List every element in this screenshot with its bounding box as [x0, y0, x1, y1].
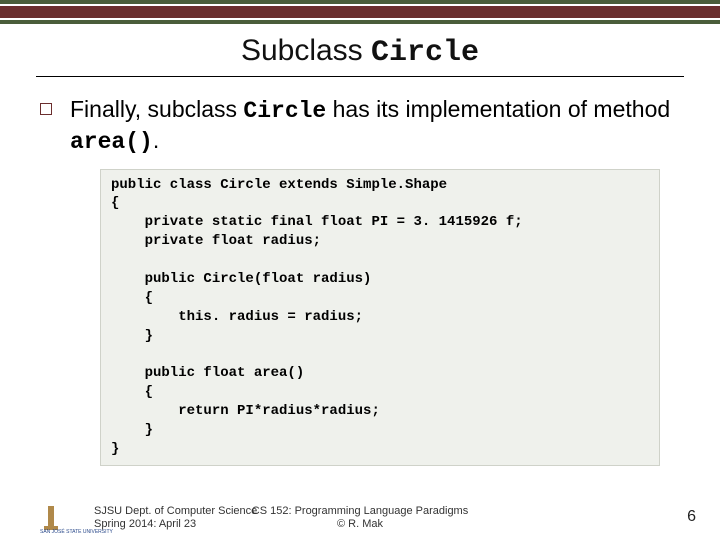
- slide-body: Finally, subclass Circle has its impleme…: [40, 95, 680, 466]
- bullet-part3: .: [153, 127, 159, 153]
- footer-center: CS 152: Programming Language Paradigms ©…: [0, 505, 720, 533]
- slide-title-plain: Subclass: [241, 34, 371, 67]
- bullet-mono2: area(): [70, 129, 153, 155]
- top-accent-bars: [0, 0, 720, 24]
- slide-title-wrap: Subclass Circle: [0, 34, 720, 70]
- footer-center-line1: CS 152: Programming Language Paradigms: [0, 505, 720, 519]
- bullet-text: Finally, subclass Circle has its impleme…: [70, 95, 680, 157]
- bullet-icon: [40, 103, 52, 115]
- page-number: 6: [687, 508, 696, 526]
- title-underline: [36, 76, 684, 77]
- accent-bar-green-2: [0, 20, 720, 24]
- slide-title: Subclass Circle: [241, 34, 479, 67]
- slide-title-mono: Circle: [371, 36, 479, 70]
- footer-center-line2: © R. Mak: [0, 518, 720, 532]
- bullet-mono1: Circle: [243, 98, 326, 124]
- bullet-row: Finally, subclass Circle has its impleme…: [40, 95, 680, 157]
- accent-bar-maroon: [0, 6, 720, 18]
- code-block: public class Circle extends Simple.Shape…: [100, 169, 660, 466]
- bullet-part2: has its implementation of method: [326, 96, 670, 122]
- bullet-part1: Finally, subclass: [70, 96, 243, 122]
